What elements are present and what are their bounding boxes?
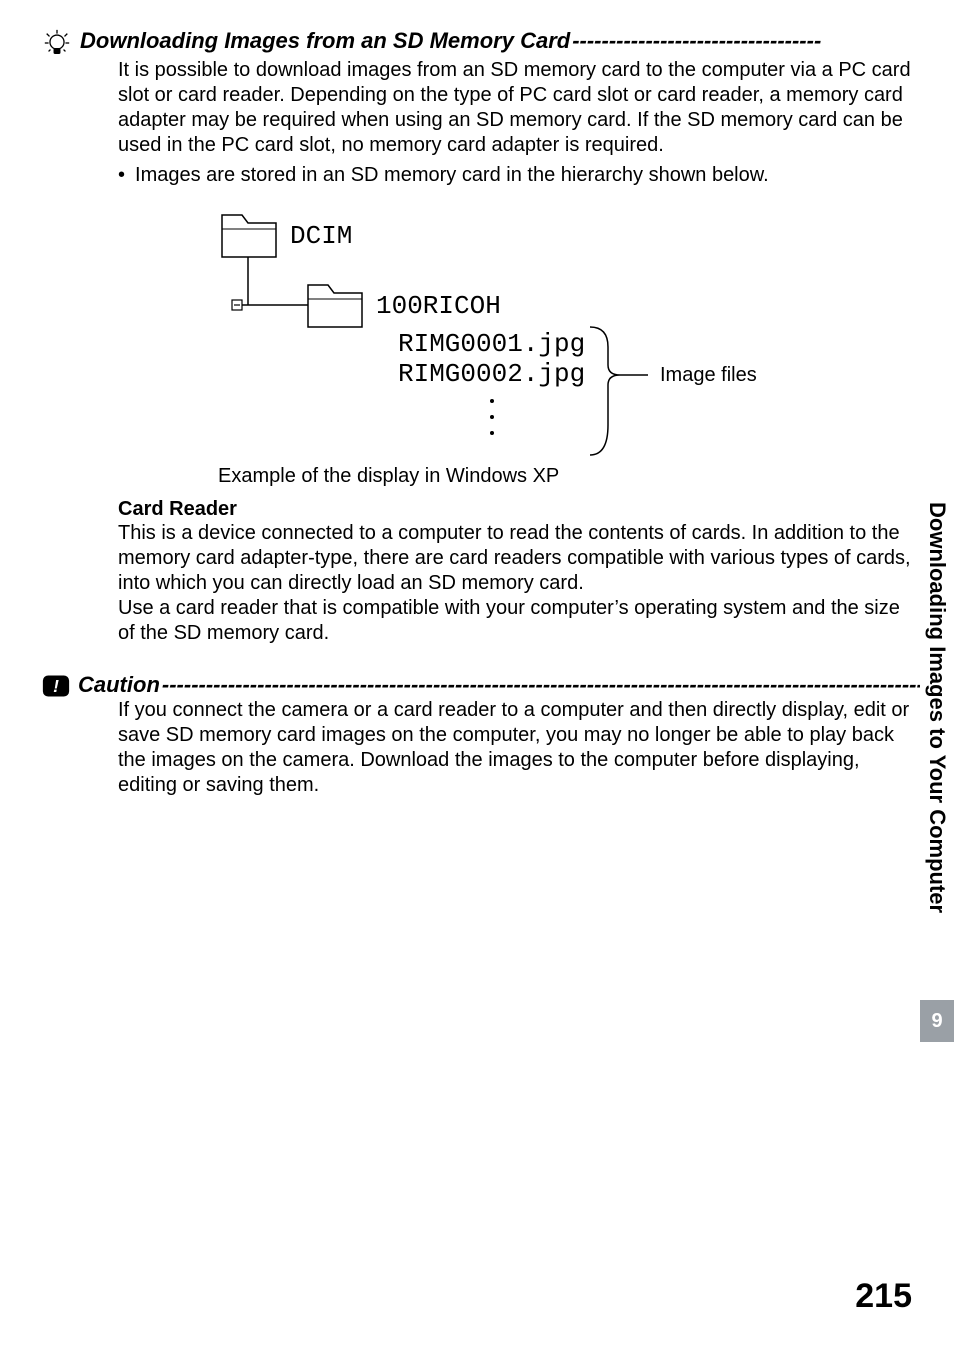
diagram-files-label: Image files	[660, 364, 757, 386]
lightbulb-icon	[42, 28, 72, 58]
heading-dash-fill: ----------------------------------	[572, 28, 912, 50]
diagram-folder-root: DCIM	[290, 221, 352, 251]
side-tab-label: Downloading Images to Your Computer	[920, 494, 954, 1000]
caution-dash-fill: ----------------------------------------…	[162, 672, 946, 694]
caution-body: If you connect the camera or a card read…	[118, 698, 912, 798]
caution-icon: !	[42, 674, 70, 698]
card-reader-heading: Card Reader	[118, 498, 912, 521]
caution-heading: Caution	[78, 672, 160, 698]
diagram-caption: Example of the display in Windows XP	[218, 465, 912, 488]
svg-text:!: !	[53, 676, 59, 696]
side-tab: Downloading Images to Your Computer 9	[920, 494, 954, 1114]
diagram-folder-sub: 100RICOH	[376, 291, 501, 321]
card-reader-body2: Use a card reader that is compatible wit…	[118, 596, 912, 646]
folder-hierarchy-diagram: DCIM 100RICOH RIMG0001.jpg RIMG0002.jpg	[202, 205, 912, 465]
tip-body: It is possible to download images from a…	[118, 58, 912, 158]
tip-bullet: Images are stored in an SD memory card i…	[135, 164, 769, 187]
side-tab-chapter: 9	[920, 1000, 954, 1042]
diagram-file-2: RIMG0002.jpg	[398, 359, 585, 389]
bullet-dot: •	[118, 164, 125, 187]
diagram-file-1: RIMG0001.jpg	[398, 329, 585, 359]
tip-heading: Downloading Images from an SD Memory Car…	[80, 28, 570, 54]
page-number: 215	[855, 1277, 912, 1316]
card-reader-body1: This is a device connected to a computer…	[118, 521, 912, 596]
